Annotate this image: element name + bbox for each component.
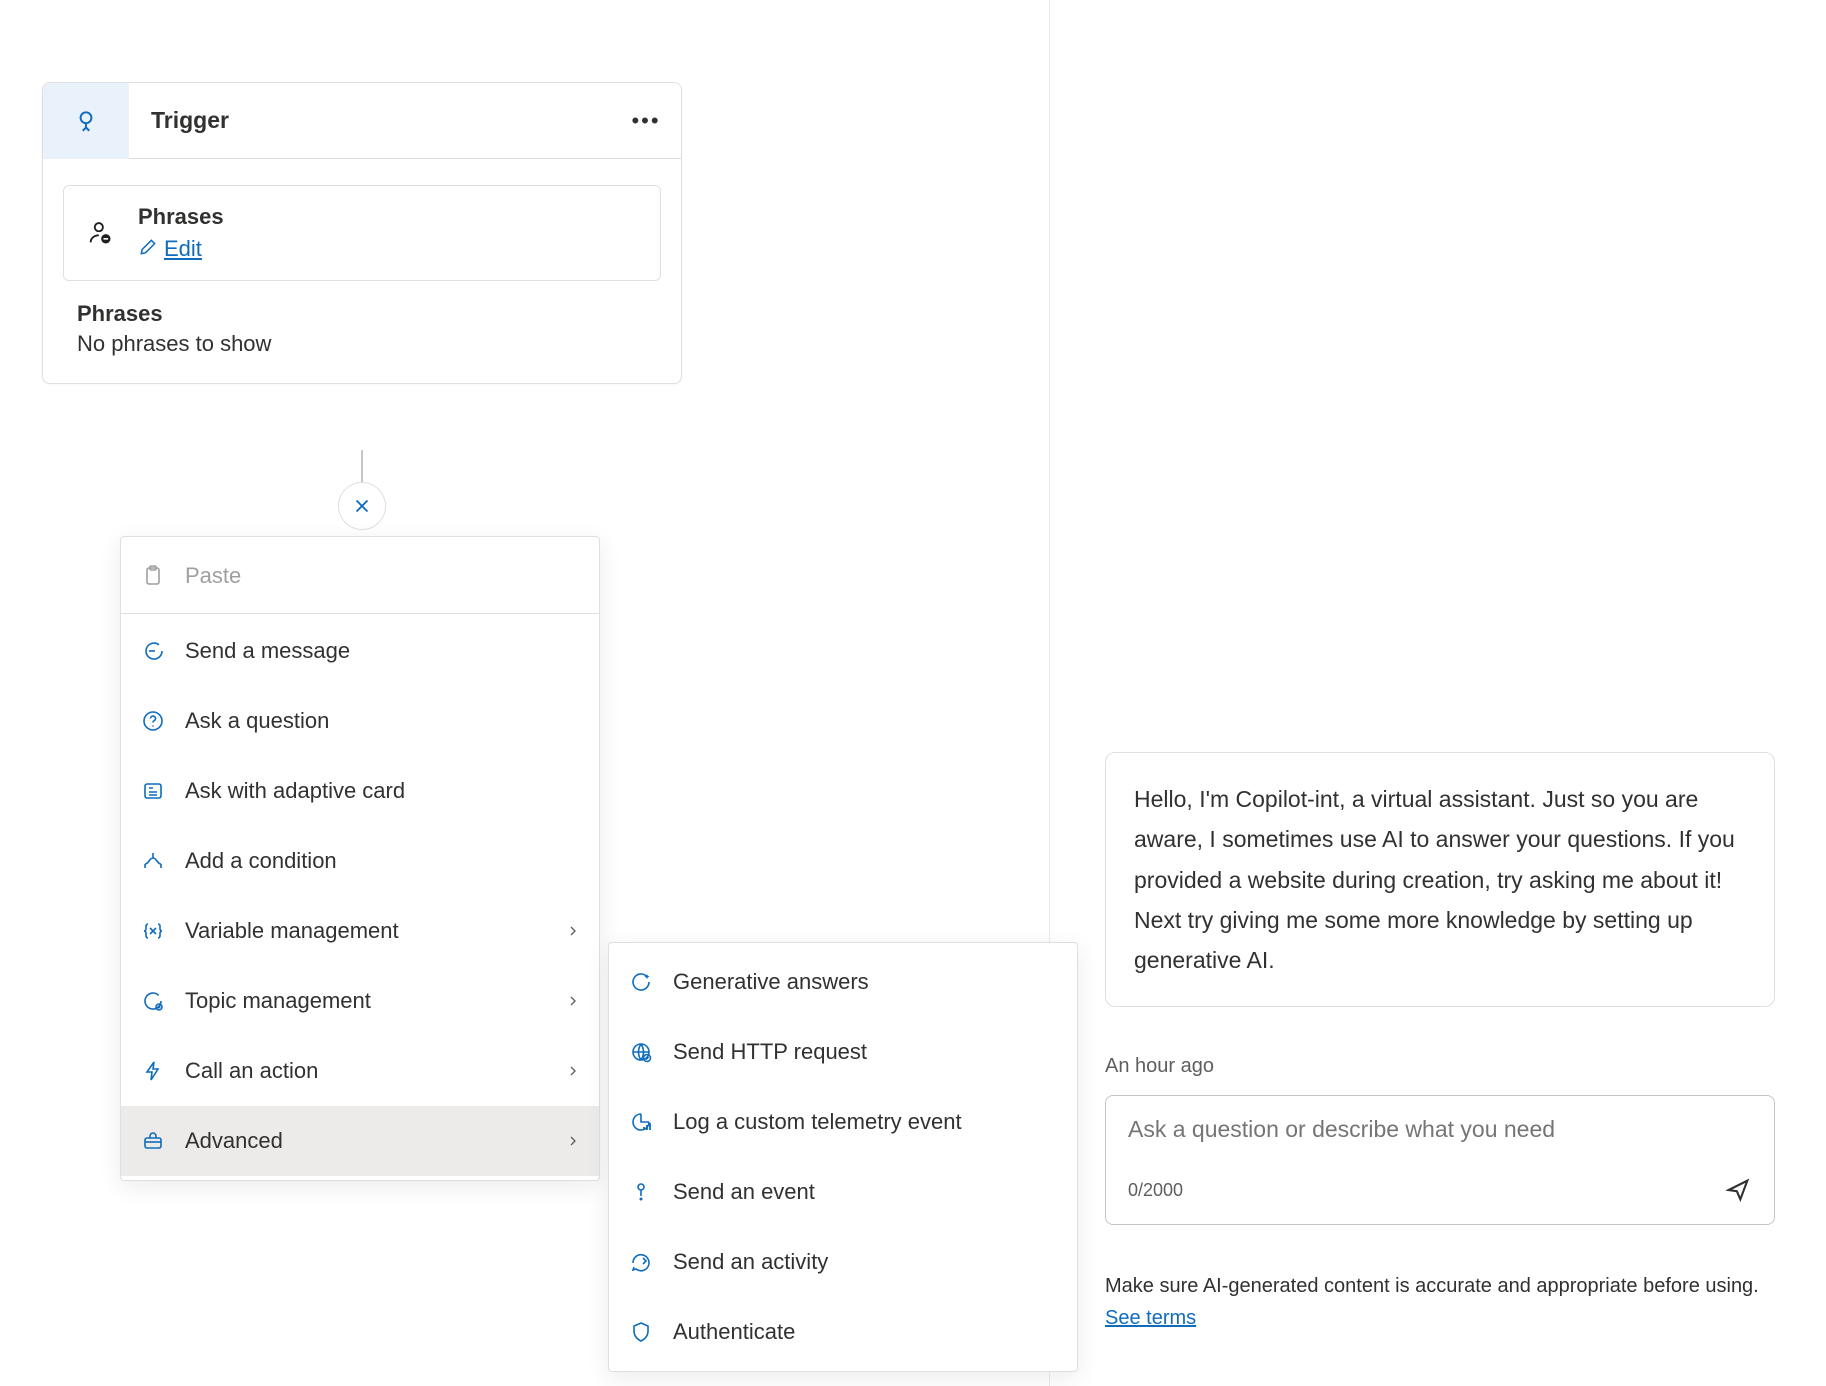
menu-topic-management[interactable]: Topic management <box>121 966 599 1036</box>
bot-message: Hello, I'm Copilot-int, a virtual assist… <box>1105 752 1775 1007</box>
event-icon <box>627 1178 655 1206</box>
chevron-right-icon <box>565 1133 581 1149</box>
submenu-send-activity-label: Send an activity <box>673 1249 828 1275</box>
add-node-menu[interactable]: Paste Send a message Ask a question <box>120 536 600 1181</box>
submenu-http-label: Send HTTP request <box>673 1039 867 1065</box>
close-add-node-button[interactable] <box>338 482 386 530</box>
menu-advanced-label: Advanced <box>185 1128 283 1154</box>
menu-advanced[interactable]: Advanced <box>121 1106 599 1176</box>
send-button[interactable] <box>1724 1176 1752 1204</box>
submenu-telemetry-label: Log a custom telemetry event <box>673 1109 962 1135</box>
phrases-label: Phrases <box>138 204 224 230</box>
submenu-send-event[interactable]: Send an event <box>609 1157 1077 1227</box>
menu-variable-management[interactable]: Variable management <box>121 896 599 966</box>
chevron-right-icon <box>565 993 581 1009</box>
toolbox-icon <box>139 1127 167 1155</box>
phrases-empty-text: No phrases to show <box>77 331 661 357</box>
submenu-http[interactable]: Send HTTP request <box>609 1017 1077 1087</box>
trigger-node[interactable]: Trigger ••• Phrases Edit <box>42 82 682 384</box>
edit-phrases-link[interactable]: Edit <box>164 236 202 262</box>
trigger-header: Trigger ••• <box>43 83 681 159</box>
submenu-authenticate-label: Authenticate <box>673 1319 795 1345</box>
phrases-detail: Phrases No phrases to show <box>43 301 681 383</box>
menu-variable-management-label: Variable management <box>185 918 399 944</box>
advanced-submenu[interactable]: Generative answers Send HTTP request Log… <box>608 942 1078 1372</box>
see-terms-link[interactable]: See terms <box>1105 1307 1196 1329</box>
paste-icon <box>139 562 167 590</box>
menu-divider <box>121 613 599 614</box>
trigger-icon <box>43 83 129 159</box>
test-chat-panel: Hello, I'm Copilot-int, a virtual assist… <box>1090 0 1790 1386</box>
chat-input[interactable] <box>1128 1116 1752 1143</box>
pencil-icon <box>138 237 158 257</box>
submenu-authenticate[interactable]: Authenticate <box>609 1297 1077 1367</box>
menu-adaptive-card-label: Ask with adaptive card <box>185 778 405 804</box>
globe-icon <box>627 1038 655 1066</box>
menu-add-condition-label: Add a condition <box>185 848 337 874</box>
telemetry-icon <box>627 1108 655 1136</box>
condition-icon <box>139 847 167 875</box>
submenu-send-event-label: Send an event <box>673 1179 815 1205</box>
trigger-title: Trigger <box>129 107 611 134</box>
menu-ask-question[interactable]: Ask a question <box>121 686 599 756</box>
menu-call-action[interactable]: Call an action <box>121 1036 599 1106</box>
topic-icon <box>139 987 167 1015</box>
chat-input-box[interactable]: 0/2000 <box>1105 1095 1775 1225</box>
message-timestamp: An hour ago <box>1105 1055 1214 1078</box>
submenu-generative-answers[interactable]: Generative answers <box>609 947 1077 1017</box>
menu-add-condition[interactable]: Add a condition <box>121 826 599 896</box>
menu-paste: Paste <box>121 541 599 611</box>
ai-disclaimer: Make sure AI-generated content is accura… <box>1105 1270 1775 1334</box>
menu-send-message-label: Send a message <box>185 638 350 664</box>
phrases-section-title: Phrases <box>77 301 661 327</box>
chevron-right-icon <box>565 1063 581 1079</box>
question-icon <box>139 707 167 735</box>
menu-call-action-label: Call an action <box>185 1058 318 1084</box>
submenu-generative-answers-label: Generative answers <box>673 969 869 995</box>
submenu-telemetry[interactable]: Log a custom telemetry event <box>609 1087 1077 1157</box>
chevron-right-icon <box>565 923 581 939</box>
menu-ask-question-label: Ask a question <box>185 708 329 734</box>
menu-paste-label: Paste <box>185 563 241 589</box>
phrases-icon <box>86 219 114 247</box>
char-count: 0/2000 <box>1128 1180 1183 1201</box>
variable-icon <box>139 917 167 945</box>
message-icon <box>139 637 167 665</box>
trigger-more-button[interactable]: ••• <box>611 108 681 134</box>
phrases-card[interactable]: Phrases Edit <box>63 185 661 281</box>
adaptive-card-icon <box>139 777 167 805</box>
menu-topic-management-label: Topic management <box>185 988 371 1014</box>
sparkle-chat-icon <box>627 968 655 996</box>
authoring-canvas[interactable]: Trigger ••• Phrases Edit <box>0 0 1050 1386</box>
activity-icon <box>627 1248 655 1276</box>
submenu-send-activity[interactable]: Send an activity <box>609 1227 1077 1297</box>
menu-send-message[interactable]: Send a message <box>121 616 599 686</box>
menu-adaptive-card[interactable]: Ask with adaptive card <box>121 756 599 826</box>
lightning-icon <box>139 1057 167 1085</box>
shield-icon <box>627 1318 655 1346</box>
disclaimer-text: Make sure AI-generated content is accura… <box>1105 1275 1759 1297</box>
